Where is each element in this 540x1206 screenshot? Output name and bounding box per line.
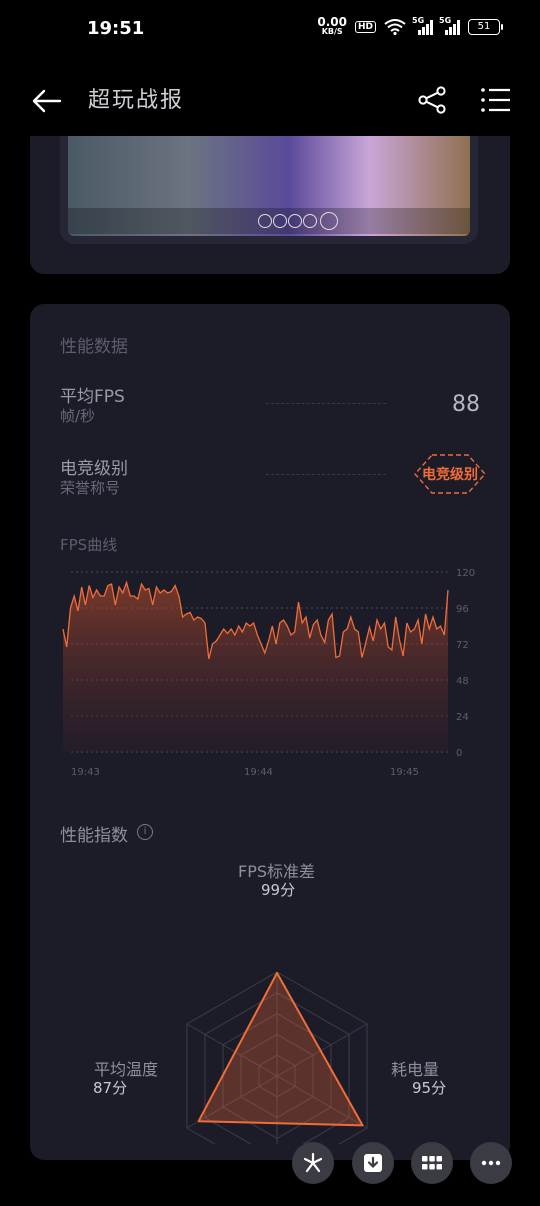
game-hud <box>68 208 470 234</box>
radar-score-temp: 87分 <box>93 1079 128 1097</box>
gameplay-thumbnail <box>68 136 470 236</box>
network-type-1: 5G <box>412 16 425 25</box>
signal-5g-2: 5G <box>439 16 460 35</box>
signal-5g-1: 5G <box>412 16 433 35</box>
x-tick-label: 19:45 <box>390 767 419 778</box>
page-title: 超玩战报 <box>88 88 185 113</box>
y-tick-label: 48 <box>456 676 469 687</box>
more-dots-icon <box>481 1160 501 1166</box>
y-tick-label: 72 <box>456 640 469 651</box>
network-type-2: 5G <box>439 16 452 25</box>
divider-dots <box>266 474 386 475</box>
esports-badge: 电竞级别 <box>422 467 478 483</box>
y-tick-label: 0 <box>456 748 462 759</box>
download-button[interactable] <box>352 1142 394 1184</box>
net-speed-unit: KB/S <box>321 27 343 36</box>
performance-card: 性能数据 平均FPS 帧/秒 88 电竞级别 荣誉称号 电竞级别 FPS曲线 1… <box>30 304 510 1160</box>
y-tick-label: 24 <box>456 712 469 723</box>
grid-icon <box>422 1156 442 1170</box>
battery-icon: 51 <box>468 19 503 35</box>
hd-badge: HD <box>354 21 376 33</box>
status-icons: 0.00 KB/S HD 5G 5G 51 <box>317 15 503 36</box>
fps-area-fill <box>63 582 448 752</box>
chart-title: FPS曲线 <box>60 536 118 554</box>
performance-section-title: 性能数据 <box>60 337 128 357</box>
esports-label: 电竞级别 <box>60 459 128 479</box>
share-icon[interactable] <box>416 84 448 116</box>
radar-title: 性能指数 <box>60 826 128 846</box>
more-button[interactable] <box>470 1142 512 1184</box>
download-icon <box>364 1154 382 1172</box>
radar-score-power: 95分 <box>412 1079 447 1097</box>
net-speed-value: 0.00 <box>317 15 347 29</box>
divider-dots <box>266 403 386 404</box>
list-menu-icon[interactable] <box>478 84 512 116</box>
avg-fps-unit: 帧/秒 <box>60 407 96 425</box>
info-icon[interactable]: i <box>137 824 153 840</box>
pinwheel-icon <box>303 1152 323 1173</box>
radar-score-fps-std: 99分 <box>261 881 296 899</box>
app-bar: 超玩战报 <box>0 70 540 130</box>
y-tick-label: 120 <box>456 568 475 579</box>
avg-fps-value: 88 <box>452 392 480 417</box>
status-time: 19:51 <box>87 18 145 39</box>
grid-button[interactable] <box>411 1142 453 1184</box>
pinwheel-button[interactable] <box>292 1142 334 1184</box>
fps-chart: 120 96 72 48 24 0 19:43 19:44 19:45 <box>62 568 475 778</box>
x-tick-label: 19:44 <box>244 767 273 778</box>
avg-fps-label: 平均FPS <box>60 387 125 407</box>
gameplay-video[interactable] <box>60 136 478 244</box>
video-card <box>30 136 510 274</box>
status-bar: 19:51 0.00 KB/S HD 5G 5G 51 <box>0 0 540 60</box>
wifi-icon <box>384 19 406 35</box>
x-tick-label: 19:43 <box>71 767 100 778</box>
y-tick-label: 96 <box>456 604 469 615</box>
arrow-left-icon[interactable] <box>30 84 64 118</box>
esports-sub-label: 荣誉称号 <box>60 479 121 497</box>
net-speed: 0.00 KB/S <box>317 15 347 36</box>
